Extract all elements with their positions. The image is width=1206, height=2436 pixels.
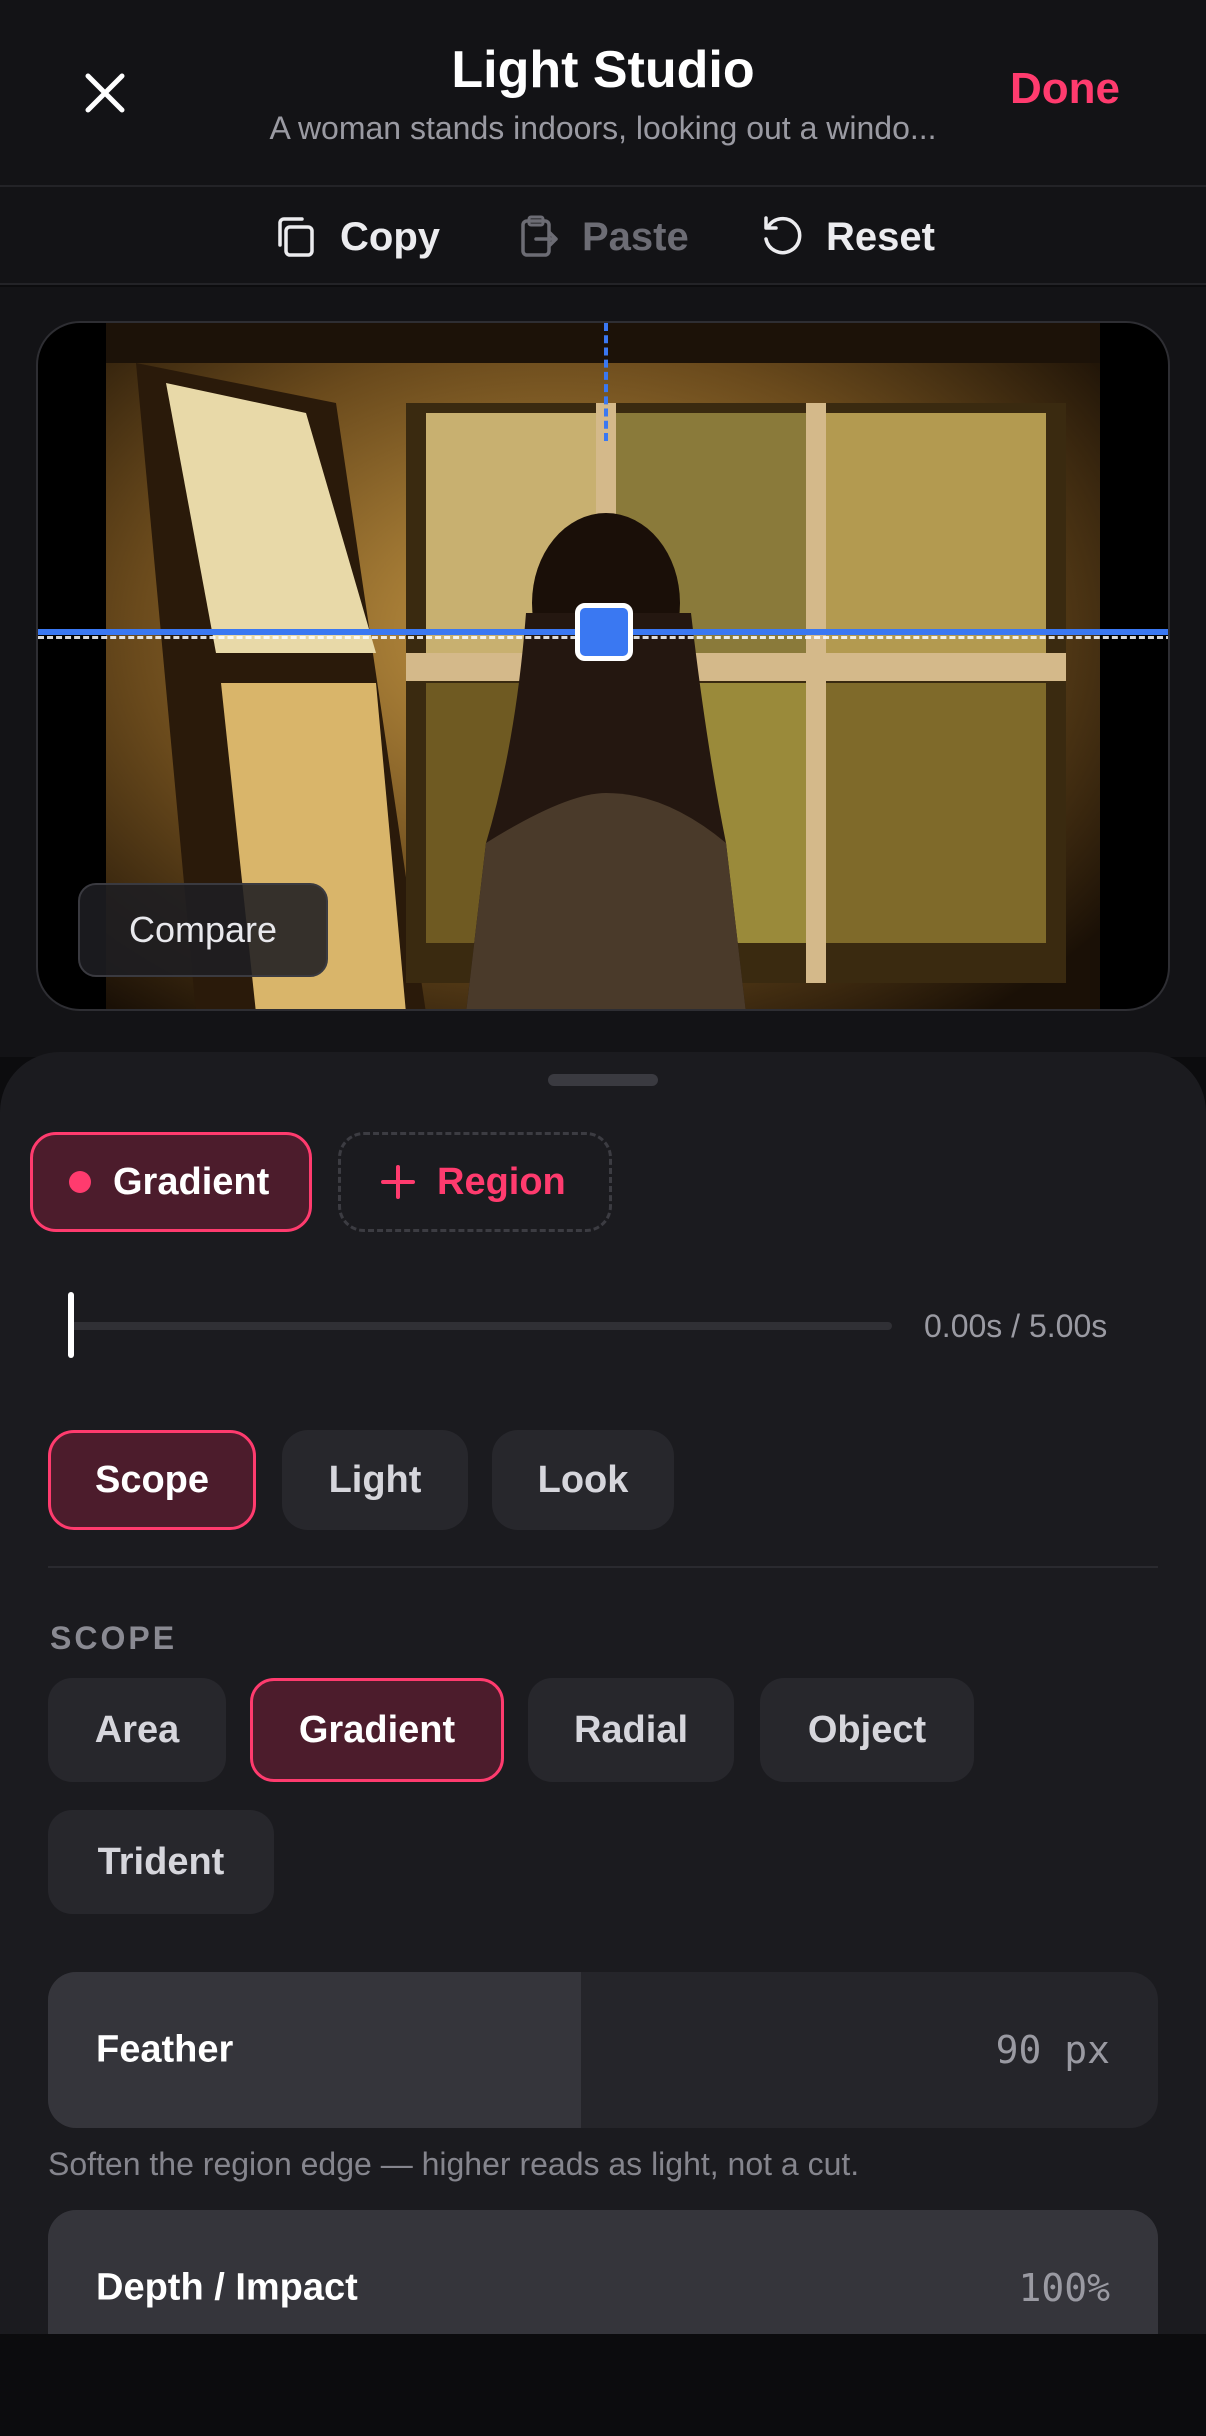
timeline-scrubber[interactable] — [68, 1292, 74, 1358]
sheet-grabber[interactable] — [548, 1074, 658, 1086]
feather-label: Feather — [96, 2028, 234, 2071]
paste-icon — [521, 215, 558, 257]
timeline-track[interactable] — [68, 1322, 892, 1330]
canvas-area: Compare — [0, 287, 1206, 1057]
gradient-direction-guide — [604, 323, 608, 441]
depth-value: 100% — [1018, 2266, 1110, 2310]
tab-light[interactable]: Light — [282, 1430, 468, 1530]
image-preview[interactable]: Compare — [36, 321, 1170, 1011]
feather-value: 90 px — [995, 2028, 1110, 2072]
scope-option-area[interactable]: Area — [48, 1678, 226, 1782]
reset-button[interactable]: Reset — [758, 209, 935, 265]
scope-option-object[interactable]: Object — [760, 1678, 974, 1782]
paste-button[interactable]: Paste — [514, 209, 689, 265]
region-dot-icon — [69, 1171, 91, 1193]
bottom-safe-area — [0, 2334, 1206, 2436]
section-divider — [48, 1566, 1158, 1568]
region-chip-gradient[interactable]: Gradient — [30, 1132, 312, 1232]
done-button[interactable]: Done — [1010, 64, 1120, 114]
scope-option-gradient[interactable]: Gradient — [250, 1678, 504, 1782]
copy-icon — [278, 217, 314, 257]
copy-label: Copy — [340, 214, 440, 259]
feather-hint: Soften the region edge — higher reads as… — [48, 2146, 860, 2182]
paste-label: Paste — [582, 214, 689, 259]
region-chip-label: Gradient — [113, 1160, 270, 1203]
scope-section-label: SCOPE — [50, 1620, 178, 1656]
scope-option-radial[interactable]: Radial — [528, 1678, 734, 1782]
feather-slider[interactable]: Feather 90 px — [48, 1972, 1158, 2128]
compare-button[interactable]: Compare — [78, 883, 328, 977]
copy-button[interactable]: Copy — [272, 209, 440, 265]
reset-label: Reset — [826, 214, 935, 259]
page-subtitle: A woman stands indoors, looking out a wi… — [269, 110, 937, 146]
tab-look[interactable]: Look — [492, 1430, 674, 1530]
add-region-button[interactable]: Region — [338, 1132, 612, 1232]
add-region-label: Region — [437, 1160, 566, 1203]
depth-label: Depth / Impact — [96, 2266, 358, 2309]
time-readout: 0.00s / 5.00s — [924, 1308, 1108, 1344]
edit-toolbar: Copy Paste Reset — [0, 187, 1206, 285]
gradient-handle[interactable] — [575, 603, 633, 661]
control-sheet: Gradient Region 0.00s / 5.00s Scope Ligh… — [0, 1052, 1206, 2366]
header-bar: Light Studio A woman stands indoors, loo… — [0, 0, 1206, 187]
reset-icon — [764, 216, 802, 255]
tab-scope[interactable]: Scope — [48, 1430, 256, 1530]
scope-option-trident[interactable]: Trident — [48, 1810, 274, 1914]
plus-icon — [381, 1165, 415, 1199]
